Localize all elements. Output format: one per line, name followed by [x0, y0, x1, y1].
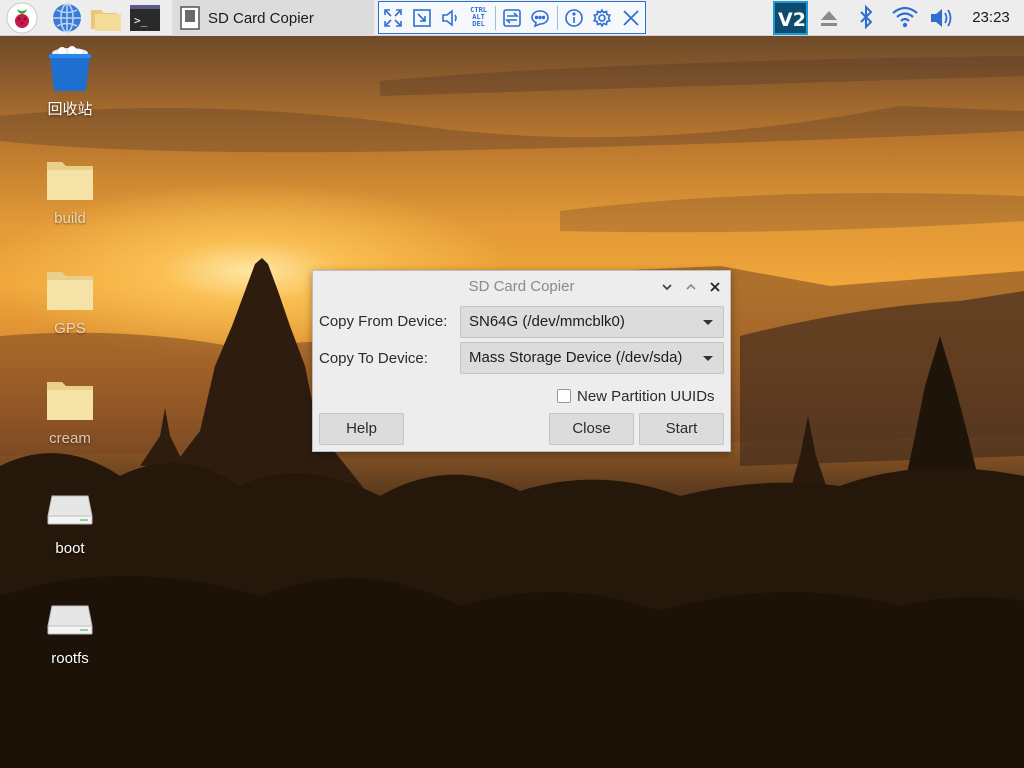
- desktop-icon-boot[interactable]: boot: [20, 488, 120, 557]
- svg-text:V2: V2: [778, 9, 806, 31]
- svg-text:>_: >_: [134, 14, 148, 27]
- dialog-titlebar[interactable]: SD Card Copier: [313, 271, 730, 303]
- transfer-icon[interactable]: [498, 2, 526, 33]
- fullscreen-icon[interactable]: [379, 2, 407, 33]
- bluetooth-icon[interactable]: [856, 0, 876, 36]
- new-partition-uuids-label: New Partition UUIDs: [577, 387, 715, 405]
- copy-to-label: Copy To Device:: [319, 350, 428, 367]
- copy-from-label: Copy From Device:: [319, 313, 448, 330]
- drive-icon: [46, 598, 94, 644]
- volume-icon[interactable]: [436, 2, 464, 33]
- raspberry-icon[interactable]: [6, 2, 38, 34]
- clock[interactable]: 23:23: [962, 0, 1020, 36]
- globe-icon[interactable]: [51, 2, 83, 34]
- folder-icon: [46, 268, 94, 314]
- new-partition-uuids-checkbox[interactable]: [557, 389, 571, 403]
- desktop-icon-trash[interactable]: 回收站: [20, 46, 120, 119]
- desktop-icon-label: cream: [49, 430, 91, 447]
- desktop-icon-label: boot: [55, 540, 85, 557]
- chevron-down-icon: [703, 356, 713, 361]
- chevron-down-icon: [703, 320, 713, 325]
- vnc-server-icon[interactable]: V2: [773, 1, 808, 35]
- gear-icon[interactable]: [588, 2, 616, 33]
- sd-card-copier-dialog: SD Card Copier Copy From Device: SN64G (…: [312, 270, 731, 452]
- desktop-icon-label: 回收站: [47, 101, 93, 118]
- ctrl-alt-del-icon[interactable]: CTRL ALT DEL: [464, 2, 492, 33]
- drive-icon: [46, 488, 94, 534]
- scale-icon[interactable]: [407, 2, 435, 33]
- speaker-icon[interactable]: [928, 0, 958, 36]
- desktop-icon-cream[interactable]: cream: [20, 378, 120, 447]
- close-icon[interactable]: [617, 2, 645, 33]
- task-button-label: SD Card Copier: [208, 9, 314, 27]
- toolbar-separator: [494, 5, 496, 30]
- copy-to-device-value: Mass Storage Device (/dev/sda): [469, 349, 683, 366]
- info-icon[interactable]: [560, 2, 588, 33]
- desktop-icon-build[interactable]: build: [20, 158, 120, 227]
- desktop-icon-gps[interactable]: GPS: [20, 268, 120, 337]
- desktop-icon-label: build: [54, 210, 86, 227]
- trash-icon: [46, 46, 94, 92]
- chevron-up-icon[interactable]: [683, 279, 699, 295]
- toolbar-separator: [556, 5, 558, 30]
- chat-icon[interactable]: [526, 2, 554, 33]
- desktop-icon-label: rootfs: [51, 650, 89, 667]
- help-button[interactable]: Help: [319, 413, 404, 445]
- vnc-toolbar: CTRL ALT DEL: [378, 1, 646, 34]
- folder-icon[interactable]: [89, 2, 121, 34]
- new-partition-uuids-option[interactable]: New Partition UUIDs: [557, 386, 715, 406]
- taskbar: >_ SD Card Copier CTRL ALT DEL V2 23:23: [0, 0, 1024, 36]
- terminal-icon[interactable]: >_: [129, 2, 161, 34]
- copy-from-device-value: SN64G (/dev/mmcblk0): [469, 313, 625, 330]
- copy-from-device-select[interactable]: SN64G (/dev/mmcblk0): [460, 306, 724, 338]
- desktop-icon-label: GPS: [54, 320, 86, 337]
- close-icon[interactable]: [707, 279, 723, 295]
- folder-icon: [46, 158, 94, 204]
- wifi-icon[interactable]: [890, 0, 920, 36]
- start-button[interactable]: Start: [639, 413, 724, 445]
- document-icon: [180, 6, 200, 30]
- desktop-icon-rootfs[interactable]: rootfs: [20, 598, 120, 667]
- chevron-down-icon[interactable]: [659, 279, 675, 295]
- eject-icon[interactable]: [818, 0, 840, 36]
- folder-icon: [46, 378, 94, 424]
- copy-to-device-select[interactable]: Mass Storage Device (/dev/sda): [460, 342, 724, 374]
- task-button-sd-card-copier[interactable]: SD Card Copier: [172, 0, 374, 36]
- close-button[interactable]: Close: [549, 413, 634, 445]
